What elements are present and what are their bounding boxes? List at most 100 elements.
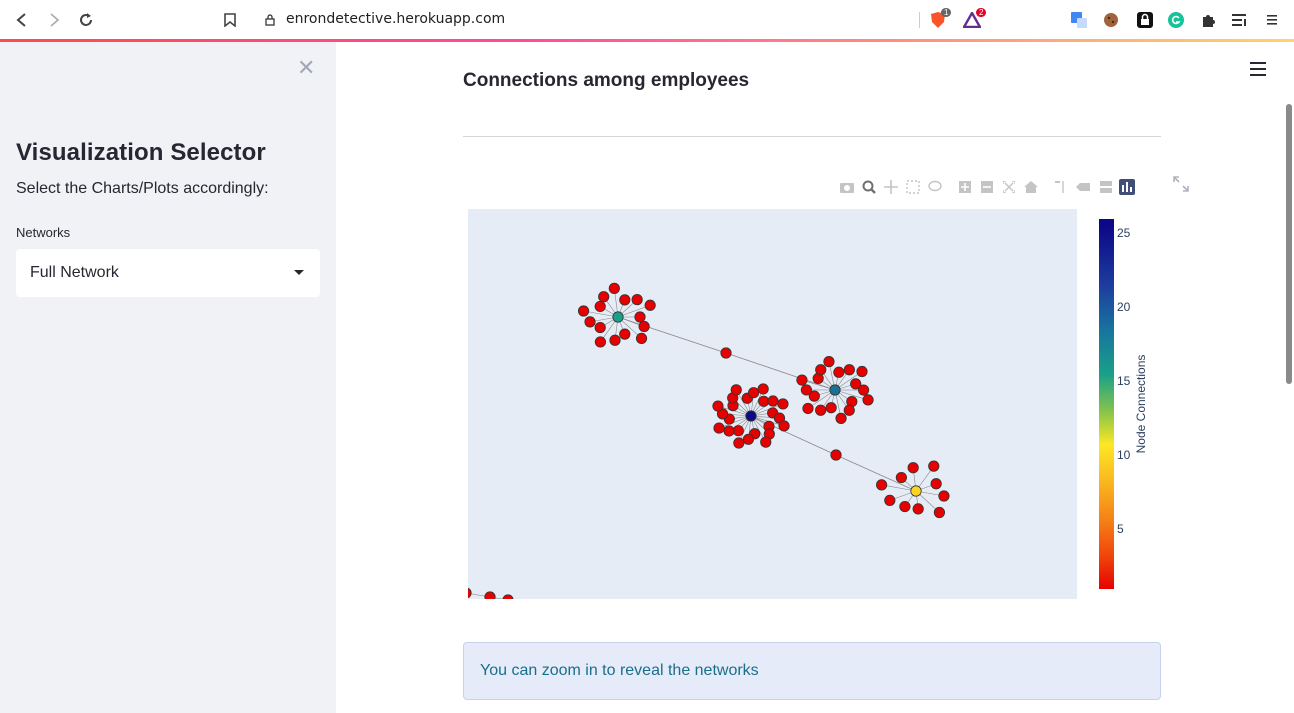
hover-compare-icon[interactable] — [1094, 176, 1116, 198]
leaf-node[interactable] — [823, 356, 835, 368]
leaf-node[interactable] — [608, 282, 620, 294]
leaf-node[interactable] — [638, 320, 650, 333]
leaf-node[interactable] — [619, 294, 631, 306]
hub-node[interactable] — [910, 485, 922, 497]
leaf-node[interactable] — [930, 478, 942, 490]
leaf-node[interactable] — [857, 384, 870, 396]
sidebar-title: Visualization Selector — [16, 139, 266, 166]
leaf-node[interactable] — [777, 398, 789, 410]
pan-icon[interactable] — [880, 176, 902, 198]
leaf-node[interactable] — [609, 334, 621, 346]
leaf-node[interactable] — [584, 316, 596, 328]
leaf-node[interactable] — [884, 494, 896, 506]
zoom-out-icon[interactable] — [976, 176, 998, 198]
leaf-node[interactable] — [757, 383, 769, 395]
lock-icon[interactable] — [260, 10, 280, 30]
leaf-node[interactable] — [843, 404, 855, 416]
lasso-select-icon[interactable] — [924, 176, 946, 198]
zoom-icon[interactable] — [858, 176, 880, 198]
extensions-puzzle-icon[interactable] — [1198, 10, 1218, 30]
networks-select[interactable]: Full Network — [16, 249, 320, 297]
edge — [750, 415, 837, 456]
leaf-node[interactable] — [815, 364, 827, 376]
leaf-node[interactable] — [502, 594, 514, 599]
leaf-node[interactable] — [800, 384, 813, 396]
leaf-node[interactable] — [767, 395, 779, 407]
close-sidebar-icon[interactable]: ✕ — [297, 57, 315, 79]
leaf-node[interactable] — [577, 305, 590, 317]
network-graph[interactable] — [468, 209, 1077, 599]
forward-icon[interactable] — [44, 10, 64, 30]
page-scrollbar[interactable] — [1286, 104, 1292, 384]
leaf-node[interactable] — [723, 425, 735, 437]
leaf-node[interactable] — [594, 336, 606, 348]
leaf-node[interactable] — [712, 400, 724, 412]
leaf-node[interactable] — [758, 395, 770, 407]
leaf-node[interactable] — [778, 420, 790, 432]
hub-node[interactable] — [829, 384, 841, 396]
brave-rewards-icon[interactable]: 2 — [962, 8, 987, 30]
url-text[interactable]: enrondetective.herokuapp.com — [286, 11, 505, 27]
browser-menu-icon[interactable] — [1262, 10, 1282, 30]
back-icon[interactable] — [12, 10, 32, 30]
leaf-node[interactable] — [815, 404, 827, 416]
leaf-node[interactable] — [833, 366, 845, 378]
reading-list-icon[interactable] — [1230, 10, 1250, 30]
leaf-node[interactable] — [876, 479, 888, 491]
leaf-node[interactable] — [634, 311, 646, 323]
leaf-node[interactable] — [835, 412, 847, 424]
hub-node[interactable] — [612, 311, 624, 323]
leaf-node[interactable] — [484, 591, 496, 599]
leaf-node[interactable] — [713, 422, 725, 434]
modebar-gap — [1042, 176, 1050, 198]
leaf-node[interactable] — [938, 490, 950, 502]
leaf-node[interactable] — [598, 291, 610, 303]
leaf-node[interactable] — [747, 387, 760, 399]
fullscreen-icon[interactable] — [1173, 176, 1189, 192]
bridge-node[interactable] — [830, 449, 842, 461]
leaf-node[interactable] — [862, 394, 874, 406]
leaf-node[interactable] — [635, 332, 648, 345]
lock-extension-icon[interactable] — [1135, 10, 1155, 30]
box-select-icon[interactable] — [902, 176, 924, 198]
leaf-node[interactable] — [843, 364, 855, 376]
leaf-node[interactable] — [907, 462, 919, 474]
leaf-node[interactable] — [644, 299, 656, 311]
leaf-node[interactable] — [730, 384, 742, 396]
zoom-in-icon[interactable] — [954, 176, 976, 198]
reload-icon[interactable] — [76, 10, 96, 30]
leaf-node[interactable] — [856, 365, 868, 378]
leaf-node[interactable] — [825, 402, 837, 414]
leaf-node[interactable] — [631, 294, 643, 306]
plotly-logo-icon[interactable] — [1116, 176, 1138, 198]
leaf-node[interactable] — [912, 503, 924, 515]
leaf-node[interactable] — [594, 321, 606, 334]
leaf-node[interactable] — [895, 471, 907, 484]
autoscale-icon[interactable] — [998, 176, 1020, 198]
grammarly-extension-icon[interactable] — [1166, 10, 1186, 30]
hover-closest-icon[interactable] — [1072, 176, 1094, 198]
bookmark-icon[interactable] — [220, 10, 240, 30]
leaf-node[interactable] — [732, 425, 744, 437]
leaf-node[interactable] — [733, 437, 745, 449]
leaf-node[interactable] — [802, 402, 814, 415]
hamburger-menu-icon[interactable] — [1250, 62, 1266, 80]
leaf-node[interactable] — [468, 587, 472, 599]
translate-extension-icon[interactable] — [1069, 10, 1089, 30]
leaf-node[interactable] — [594, 300, 606, 313]
spike-lines-icon[interactable] — [1050, 176, 1072, 198]
cookie-extension-icon[interactable] — [1101, 10, 1121, 30]
leaf-node[interactable] — [760, 436, 772, 448]
brave-shield-icon[interactable]: 1 — [928, 8, 952, 30]
hub-node[interactable] — [745, 410, 757, 422]
reset-axes-icon[interactable] — [1020, 176, 1042, 198]
network-plot[interactable] — [468, 209, 1077, 599]
leaf-node[interactable] — [796, 374, 808, 386]
bridge-node[interactable] — [720, 347, 732, 359]
leaf-node[interactable] — [928, 460, 940, 472]
leaf-node[interactable] — [619, 328, 631, 340]
leaf-node[interactable] — [899, 500, 911, 513]
leaf-node[interactable] — [742, 433, 755, 445]
leaf-node[interactable] — [933, 506, 946, 519]
camera-icon[interactable] — [836, 176, 858, 198]
